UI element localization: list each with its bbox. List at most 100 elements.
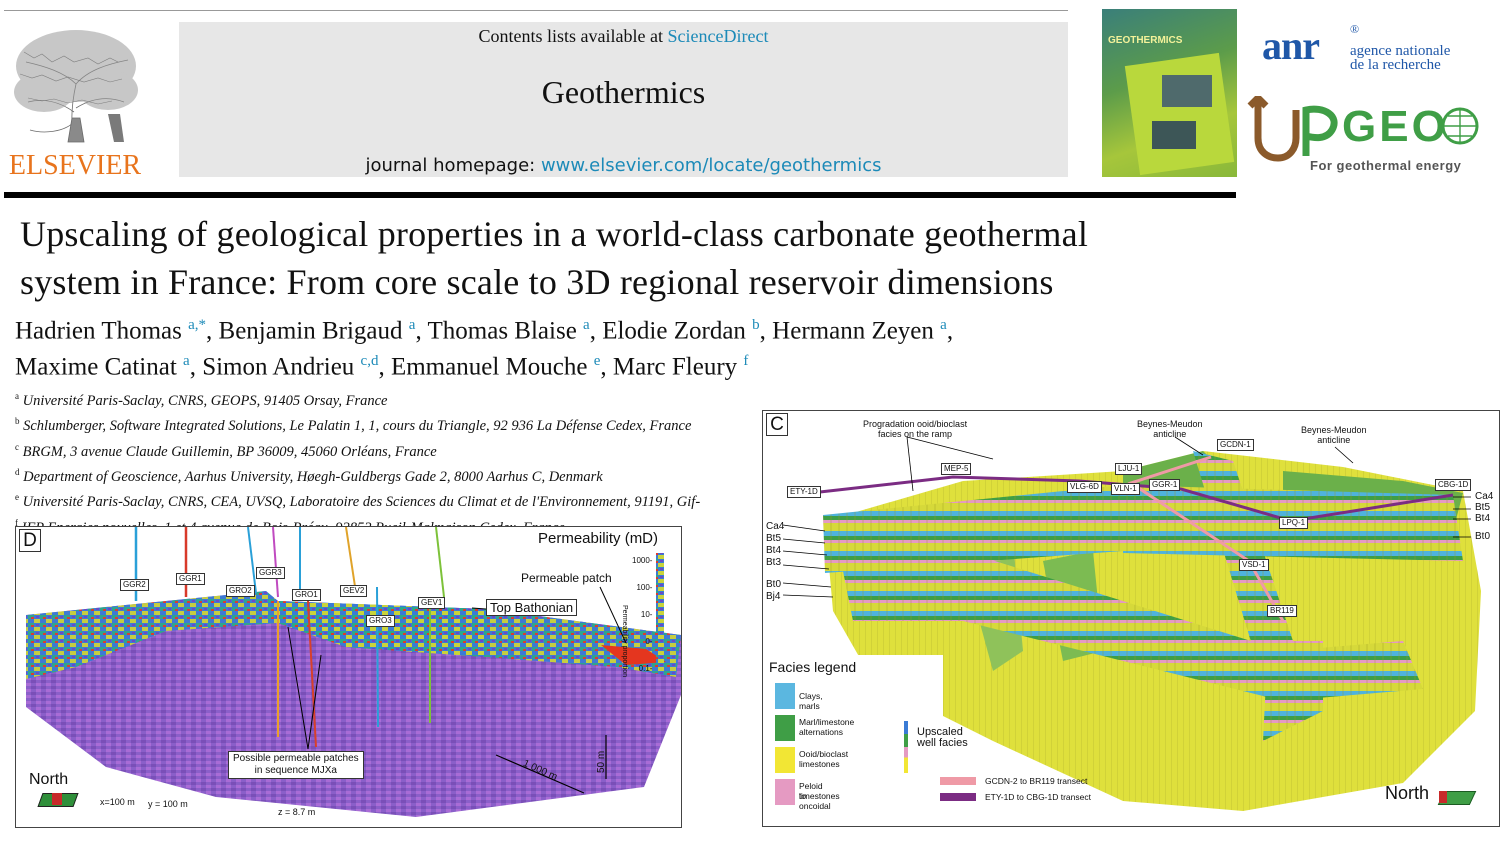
author-name[interactable]: Emmanuel Mouche bbox=[391, 354, 587, 381]
author-affil[interactable]: a bbox=[583, 317, 590, 333]
horizon-label: Bt4 bbox=[1475, 513, 1491, 524]
elsevier-tree-icon: ELSEVIER bbox=[9, 30, 141, 181]
upgeo-tagline: For geothermal energy bbox=[1310, 158, 1462, 173]
horizon-label: Bt3 bbox=[766, 557, 782, 568]
facies-legend: Facies legend Clays, marls Marl/limeston… bbox=[763, 655, 943, 825]
sciencedirect-link[interactable]: ScienceDirect bbox=[668, 26, 769, 46]
homepage-prefix: journal homepage: bbox=[365, 155, 541, 176]
well-tag[interactable]: VLN-1 bbox=[1111, 483, 1140, 495]
well-tag[interactable]: LJU-1 bbox=[1115, 463, 1143, 475]
header-bottom-rule bbox=[4, 192, 1236, 198]
author-list: Hadrien Thomas a,*, Benjamin Brigaud a, … bbox=[15, 310, 1255, 383]
north-arrow-red-icon bbox=[1439, 791, 1447, 803]
well-tag[interactable]: LPQ-1 bbox=[1279, 517, 1309, 529]
upscaled-well-icon bbox=[904, 721, 908, 773]
well-line bbox=[376, 586, 379, 728]
affiliation-text: BRGM, 3 avenue Claude Guillemin, BP 3600… bbox=[22, 443, 437, 460]
well-tag[interactable]: GCDN-1 bbox=[1217, 439, 1254, 451]
journal-cover: GEOTHERMICS bbox=[1102, 9, 1237, 177]
well-tag[interactable]: GEV2 bbox=[340, 585, 368, 597]
author-name[interactable]: Hermann Zeyen bbox=[772, 317, 934, 344]
author-affil[interactable]: e bbox=[594, 353, 601, 369]
horizon-pointer bbox=[782, 582, 832, 588]
facies-legend-title: Facies legend bbox=[769, 659, 857, 675]
anr-subtitle: agence nationale de la recherche bbox=[1350, 44, 1450, 73]
well-tag[interactable]: VSD-1 bbox=[1239, 559, 1269, 571]
affiliation-text: Université Paris-Saclay, CNRS, GEOPS, 91… bbox=[22, 392, 388, 409]
well-tag[interactable]: VLG-6D bbox=[1067, 481, 1102, 493]
author-affil[interactable]: a,* bbox=[188, 317, 206, 333]
paper-title: Upscaling of geological properties in a … bbox=[20, 210, 1250, 306]
affiliation-key: b bbox=[15, 416, 20, 427]
title-line-1: Upscaling of geological properties in a … bbox=[20, 214, 1089, 254]
facies-label: Marl/limestone bbox=[799, 717, 855, 727]
anr-logo: anr ® agence nationale de la recherche bbox=[1262, 22, 1472, 80]
well-tag[interactable]: GRO2 bbox=[226, 585, 255, 597]
note-line-1: Progradation ooid/bioclast bbox=[863, 419, 968, 429]
well-tag[interactable]: GGR2 bbox=[120, 579, 149, 591]
well-tag[interactable]: GGR1 bbox=[176, 573, 205, 585]
author-affil[interactable]: a bbox=[940, 317, 947, 333]
well-tag[interactable]: GRO1 bbox=[292, 589, 321, 601]
panel-label-d: D bbox=[19, 529, 41, 552]
author-name[interactable]: Maxime Catinat bbox=[15, 354, 177, 381]
horizon-label: Bt4 bbox=[766, 545, 782, 556]
horizon-pointer bbox=[782, 538, 826, 544]
horizon-label: Bt0 bbox=[766, 579, 782, 590]
horizon-label: Ca4 bbox=[766, 521, 785, 532]
author-name[interactable]: Marc Fleury bbox=[613, 354, 737, 381]
well-tag[interactable]: BR119 bbox=[1267, 605, 1297, 617]
well-line bbox=[272, 527, 279, 598]
upscaled-line-2: well facies bbox=[917, 737, 968, 749]
well-tag[interactable]: ETY-1D bbox=[787, 486, 821, 498]
permeability-colorbar bbox=[656, 553, 664, 667]
y-resolution-label: y = 100 m bbox=[148, 799, 188, 809]
transect1-swatch bbox=[940, 777, 976, 785]
facies-label: limestones bbox=[799, 791, 840, 801]
facies-swatch-ooid bbox=[775, 747, 795, 773]
scale-tick: 1000- bbox=[632, 556, 653, 565]
horizon-pointer bbox=[782, 594, 834, 598]
facies-legend-items: Clays, marls Marl/limestone alternations… bbox=[769, 683, 943, 823]
author-name[interactable]: Thomas Blaise bbox=[428, 317, 577, 344]
anr-wordmark: anr bbox=[1262, 23, 1320, 68]
author-affil[interactable]: a bbox=[409, 317, 416, 333]
horizon-label: Bj4 bbox=[766, 591, 781, 602]
author-name[interactable]: Simon Andrieu bbox=[202, 354, 354, 381]
affiliation-text: Schlumberger, Software Integrated Soluti… bbox=[23, 418, 692, 435]
horizon-label: Bt5 bbox=[1475, 502, 1491, 513]
affiliation-key: d bbox=[15, 466, 20, 477]
contents-prefix: Contents lists available at bbox=[478, 26, 668, 46]
facies-label: limestones bbox=[799, 759, 840, 769]
author-affil[interactable]: a bbox=[183, 353, 190, 369]
beynes-meudon-note-1: Beynes-Meudon anticline bbox=[1137, 419, 1203, 439]
author-affil[interactable]: c,d bbox=[361, 353, 379, 369]
north-label: North bbox=[1385, 783, 1430, 803]
figure-c-facies-model: C Progradation ooid/bioclast facies on t… bbox=[762, 410, 1500, 827]
well-tag[interactable]: GRO3 bbox=[366, 615, 395, 627]
horizon-pointer bbox=[782, 550, 828, 556]
facies-label: Ooid/bioclast bbox=[799, 749, 849, 759]
author-affil[interactable]: b bbox=[752, 317, 760, 333]
scale-tick: 100- bbox=[636, 583, 653, 592]
z-resolution-label: z = 8.7 m bbox=[278, 807, 316, 817]
note-pointer bbox=[1334, 446, 1354, 464]
homepage-link[interactable]: www.elsevier.com/locate/geothermics bbox=[541, 155, 882, 176]
author-name[interactable]: Elodie Zordan bbox=[602, 317, 746, 344]
affiliation-item: b Schlumberger, Software Integrated Solu… bbox=[15, 411, 760, 436]
well-tag[interactable]: GGR-1 bbox=[1149, 479, 1181, 491]
author-affil[interactable]: f bbox=[743, 353, 748, 369]
author-name[interactable]: Hadrien Thomas bbox=[15, 317, 182, 344]
possible-patches-callout: Possible permeable patches in sequence M… bbox=[228, 751, 364, 779]
contents-line: Contents lists available at ScienceDirec… bbox=[179, 26, 1068, 47]
well-tag[interactable]: MEP-5 bbox=[941, 463, 972, 475]
well-tag[interactable]: GEV1 bbox=[418, 597, 446, 609]
author-line-1: Hadrien Thomas a,*, Benjamin Brigaud a, … bbox=[15, 317, 954, 345]
horizon-label: Bt0 bbox=[1475, 531, 1491, 542]
upgeo-wordmark: GEO bbox=[1342, 102, 1449, 151]
distance-50-label: 50 m bbox=[596, 750, 607, 773]
elsevier-logo: ELSEVIER bbox=[4, 22, 146, 181]
well-tag[interactable]: CBG-1D bbox=[1435, 479, 1472, 491]
well-tag[interactable]: GGR3 bbox=[256, 567, 285, 579]
author-name[interactable]: Benjamin Brigaud bbox=[219, 317, 403, 344]
